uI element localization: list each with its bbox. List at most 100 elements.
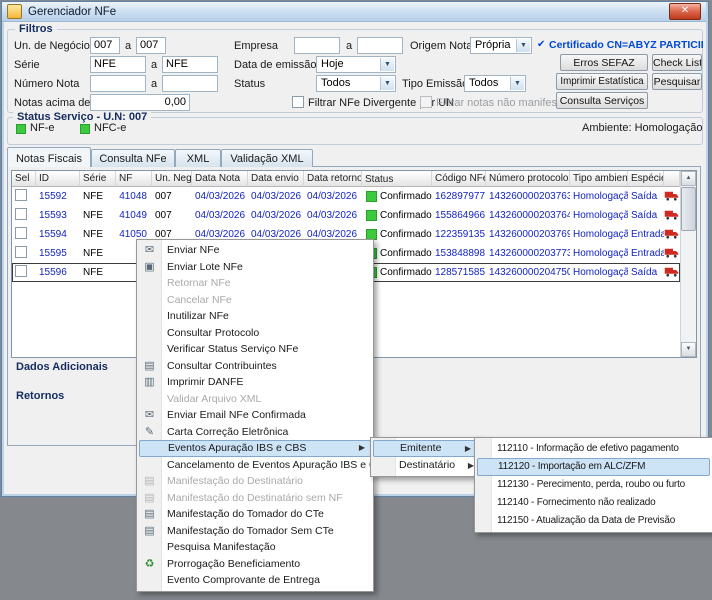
notas-acima-input[interactable]: 0,00	[90, 94, 190, 111]
menu-item-consultar-contribuintes[interactable]: ▤Consultar Contribuintes	[137, 358, 373, 375]
close-button[interactable]: ✕	[669, 3, 701, 20]
col-header-un-neg[interactable]: Un. Neg.	[152, 171, 192, 187]
scroll-down-button[interactable]: ▼	[681, 342, 696, 357]
chevron-down-icon[interactable]: ▼	[380, 58, 394, 71]
col-header-id[interactable]: ID	[36, 171, 80, 187]
email-icon: ✉	[140, 407, 159, 424]
menu-item-prorrogacao-beneficiamento[interactable]: ♻Prorrogação Beneficiamento	[137, 556, 373, 573]
menu-item-carta-correcao[interactable]: ✎Carta Correção Eletrônica	[137, 424, 373, 441]
col-header-especie[interactable]: Espécie	[628, 171, 664, 187]
menu-item-verificar-status-servico[interactable]: Verificar Status Serviço NFe	[137, 341, 373, 358]
menu-item-pesquisa-manifestacao[interactable]: Pesquisa Manifestação	[137, 539, 373, 556]
tab-notas-fiscais[interactable]: Notas Fiscais	[7, 147, 91, 167]
menu-item-enviar-lote-nfe[interactable]: ▣Enviar Lote NFe	[137, 259, 373, 276]
menu-item-enviar-email[interactable]: ✉Enviar Email NFe Confirmada	[137, 407, 373, 424]
un-negocio-to-input[interactable]: 007	[136, 37, 166, 54]
printer-icon: ▥	[140, 374, 159, 391]
serie-to-input[interactable]: NFE	[162, 56, 218, 73]
col-header-data-retorno[interactable]: Data retorno	[304, 171, 362, 187]
submenu-item-112120[interactable]: 112120 - Importação em ALC/ZFM	[477, 458, 710, 476]
menu-item-label: Destinatário	[399, 459, 455, 471]
menu-item-label: Consultar Contribuintes	[167, 360, 277, 372]
submenu-item-destinatario[interactable]: Destinatário▶	[371, 457, 479, 474]
row-checkbox[interactable]	[15, 246, 27, 258]
submenu-item-112150[interactable]: 112150 - Atualização da Data de Previsão	[475, 512, 712, 530]
imprimir-estatistica-button[interactable]: Imprimir Estatística	[556, 73, 648, 90]
erros-sefaz-button[interactable]: Erros SEFAZ	[560, 54, 648, 71]
table-scrollbar[interactable]: ▲ ▼	[680, 171, 696, 357]
serie-cell: NFE	[80, 229, 116, 240]
sel-cell	[12, 208, 36, 223]
row-checkbox[interactable]	[15, 189, 27, 201]
consulta-servicos-button[interactable]: Consulta Serviços	[556, 92, 648, 109]
menu-item-inutilizar-nfe[interactable]: Inutilizar NFe	[137, 308, 373, 325]
col-header-tipo-ambiente[interactable]: Tipo ambiente	[570, 171, 628, 187]
menu-item-manifestacao-tomador-sem-cte[interactable]: ▤Manifestação do Tomador Sem CTe	[137, 523, 373, 540]
status-select[interactable]: Todos ▼	[316, 75, 396, 92]
row-checkbox[interactable]	[15, 227, 27, 239]
menu-item-label: Manifestação do Destinatário sem NF	[167, 492, 343, 504]
col-header-numero-protocolo[interactable]: Número protocolo	[486, 171, 570, 187]
menu-item-label: 112150 - Atualização da Data de Previsão	[497, 515, 675, 526]
submenu-item-emitente[interactable]: Emitente▶	[373, 440, 477, 457]
serie-cell: NFE	[80, 210, 116, 221]
menu-item-manifestacao-destinatario: ▤Manifestação do Destinatário	[137, 473, 373, 490]
menu-item-imprimir-danfe[interactable]: ▥Imprimir DANFE	[137, 374, 373, 391]
codigo-cell: 128571585	[432, 267, 486, 278]
col-header-sel[interactable]: Sel	[12, 171, 36, 187]
especie-cell: Entrada	[628, 229, 664, 240]
col-header-codigo-nfe[interactable]: Código NFe	[432, 171, 486, 187]
scrollbar-thumb[interactable]	[681, 187, 696, 231]
numero-nota-label: Número Nota	[14, 78, 79, 90]
menu-item-manifestacao-tomador-cte[interactable]: ▤Manifestação do Tomador do CTe	[137, 506, 373, 523]
tab-validacao-xml[interactable]: Validação XML	[221, 149, 313, 167]
row-checkbox[interactable]	[15, 208, 27, 220]
menu-item-eventos-apuracao[interactable]: Eventos Apuração IBS e CBS▶	[139, 440, 371, 457]
tab-consulta-nfe[interactable]: Consulta NFe	[91, 149, 175, 167]
empresa-from-input[interactable]	[294, 37, 340, 54]
un-negocio-from-input[interactable]: 007	[90, 37, 120, 54]
menu-item-enviar-nfe[interactable]: ✉Enviar NFe	[137, 242, 373, 259]
filtrar-divergente-checkbox[interactable]	[292, 96, 304, 108]
menu-item-evento-comprovante-entrega[interactable]: Evento Comprovante de Entrega	[137, 572, 373, 589]
menu-item-cancelamento-eventos[interactable]: Cancelamento de Eventos Apuração IBS e C…	[137, 457, 373, 474]
serie-cell: NFE	[80, 248, 116, 259]
tipo-emissao-select[interactable]: Todos ▼	[464, 75, 526, 92]
numero-nota-from-input[interactable]	[90, 75, 146, 92]
data-emissao-select[interactable]: Hoje ▼	[316, 56, 396, 73]
col-header-serie[interactable]: Série	[80, 171, 116, 187]
numero-nota-to-input[interactable]	[162, 75, 218, 92]
sel-cell	[12, 265, 36, 280]
status-text: Confirmado	[380, 191, 432, 202]
col-header-data-envio[interactable]: Data envio	[248, 171, 304, 187]
chevron-down-icon[interactable]: ▼	[380, 77, 394, 90]
col-header-status[interactable]: Status	[362, 171, 432, 187]
codigo-cell: 155864966	[432, 210, 486, 221]
notas-acima-label: Notas acima de	[14, 97, 90, 109]
menu-item-consultar-protocolo[interactable]: Consultar Protocolo	[137, 325, 373, 342]
menu-item-label: Verificar Status Serviço NFe	[167, 343, 298, 355]
row-checkbox[interactable]	[15, 265, 27, 277]
check-list-button[interactable]: Check List	[652, 54, 702, 71]
menu-item-label: Manifestação do Destinatário	[167, 475, 303, 487]
scroll-up-button[interactable]: ▲	[681, 171, 696, 186]
table-row[interactable]: 15592 NFE 41048 007 04/03/2026 04/03/202…	[12, 187, 680, 206]
submenu-item-112130[interactable]: 112130 - Perecimento, perda, roubo ou fu…	[475, 476, 712, 494]
filters-group-title: Filtros	[15, 23, 57, 35]
submenu-item-112140[interactable]: 112140 - Fornecimento não realizado	[475, 494, 712, 512]
chevron-down-icon[interactable]: ▼	[516, 39, 530, 52]
window-title: Gerenciador NFe	[28, 6, 116, 18]
tab-xml[interactable]: XML	[175, 149, 221, 167]
col-header-nf[interactable]: NF	[116, 171, 152, 187]
origem-nota-select[interactable]: Própria ▼	[470, 37, 532, 54]
send-icon: ✉	[140, 242, 159, 259]
un-cell: 007	[152, 210, 192, 221]
serie-from-input[interactable]: NFE	[90, 56, 146, 73]
sel-cell	[12, 189, 36, 204]
pesquisar-button[interactable]: Pesquisar	[652, 73, 702, 90]
submenu-item-112110[interactable]: 112110 - Informação de efetivo pagamento	[475, 440, 712, 458]
chevron-down-icon[interactable]: ▼	[510, 77, 524, 90]
table-row[interactable]: 15593 NFE 41049 007 04/03/2026 04/03/202…	[12, 206, 680, 225]
empresa-to-input[interactable]	[357, 37, 403, 54]
col-header-data-nota[interactable]: Data Nota	[192, 171, 248, 187]
